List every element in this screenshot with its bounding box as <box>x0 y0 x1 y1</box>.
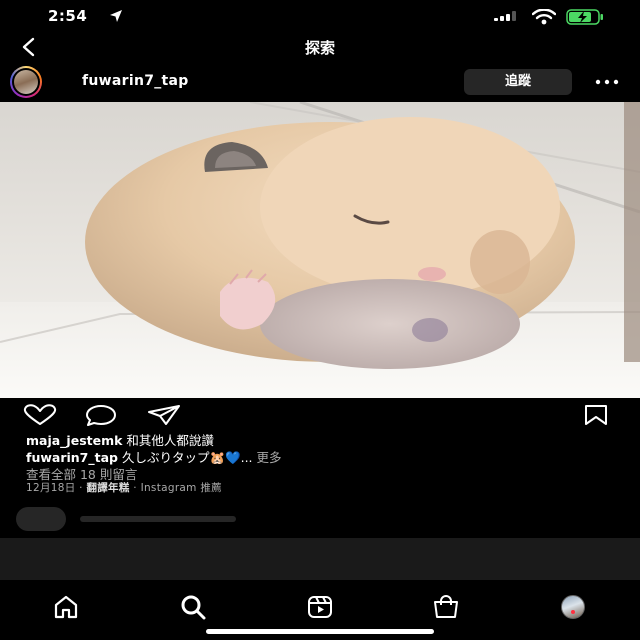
heart-icon[interactable] <box>22 404 58 426</box>
tab-search[interactable] <box>175 589 211 625</box>
post-image[interactable] <box>0 102 640 398</box>
shop-icon <box>434 595 458 618</box>
caption-more-link[interactable]: 更多 <box>257 450 282 465</box>
notification-dot <box>571 610 575 614</box>
loading-placeholder-block <box>0 538 640 580</box>
paper-plane-icon[interactable] <box>146 404 182 426</box>
tab-profile[interactable] <box>555 589 591 625</box>
likes-username[interactable]: maja_jestemk <box>26 433 122 448</box>
search-icon <box>181 595 206 620</box>
profile-avatar <box>561 595 585 619</box>
post-date: 12月18日 <box>26 482 76 494</box>
status-bar: 2:54 <box>0 0 640 32</box>
tab-reels[interactable] <box>302 589 338 625</box>
post-meta: 12月18日 · 翻譯年糕 · Instagram 推薦 <box>26 480 222 495</box>
battery-charging-icon <box>566 9 603 25</box>
meta-separator: · <box>133 482 137 494</box>
status-time: 2:54 <box>48 7 88 25</box>
tab-home[interactable] <box>48 589 84 625</box>
caption-username[interactable]: fuwarin7_tap <box>26 450 118 465</box>
reels-icon <box>308 596 332 618</box>
ellipsis-icon[interactable] <box>594 72 620 92</box>
wifi-icon <box>532 9 556 25</box>
post-header: fuwarin7_tap 追蹤 <box>0 62 640 102</box>
top-header: 探索 <box>0 32 640 62</box>
tab-shop[interactable] <box>428 589 464 625</box>
cellular-signal-icon <box>494 11 516 21</box>
post-source: Instagram 推薦 <box>140 482 222 494</box>
caption-text: 久しぶりタップ🐹💙... <box>121 450 253 465</box>
loading-placeholder-bar <box>80 516 236 522</box>
post-username[interactable]: fuwarin7_tap <box>82 73 189 89</box>
comment-bubble-icon[interactable] <box>84 404 118 426</box>
location-arrow-icon <box>110 10 122 22</box>
home-icon <box>54 595 78 619</box>
avatar-inner <box>12 68 40 96</box>
bookmark-icon[interactable] <box>582 404 610 426</box>
story-ring[interactable] <box>10 66 42 98</box>
home-indicator <box>206 629 434 634</box>
page-title: 探索 <box>304 39 335 57</box>
translate-link[interactable]: 翻譯年糕 <box>86 482 129 494</box>
follow-button[interactable]: 追蹤 <box>464 69 572 95</box>
meta-separator: · <box>79 482 83 494</box>
loading-placeholder-avatar <box>16 507 66 531</box>
likes-suffix: 和其他人都說讚 <box>126 433 214 448</box>
action-bar <box>0 398 640 430</box>
hamster-photo <box>0 102 640 398</box>
avatar <box>14 70 38 94</box>
